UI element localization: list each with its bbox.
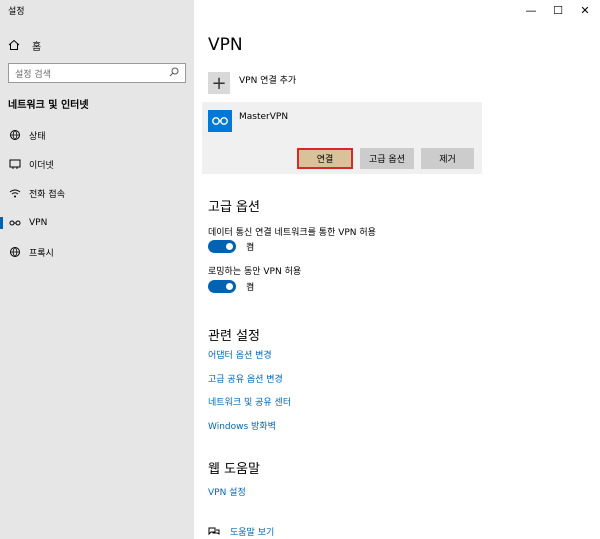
related-settings-heading: 관련 설정 xyxy=(208,329,260,344)
sidebar-item-vpn[interactable]: VPN xyxy=(0,212,194,234)
adapter-options-link[interactable]: 어댑터 옵션 변경 xyxy=(208,348,272,361)
toggle-knob xyxy=(226,243,233,250)
section-title: 네트워크 및 인터넷 xyxy=(8,100,89,111)
search-icon[interactable] xyxy=(169,67,179,80)
toggle-state-label: 켬 xyxy=(246,243,255,253)
maximize-button[interactable]: ☐ xyxy=(543,2,573,18)
metered-network-toggle[interactable] xyxy=(208,240,236,253)
sidebar-item-label: 상태 xyxy=(29,131,46,142)
roaming-label: 로밍하는 동안 VPN 허용 xyxy=(208,267,302,277)
dialup-icon xyxy=(8,186,22,200)
add-vpn-label: VPN 연결 추가 xyxy=(239,76,297,86)
sidebar-item-label: VPN xyxy=(29,218,48,228)
vpn-icon xyxy=(8,216,22,230)
get-help-link[interactable]: 도움말 보기 xyxy=(208,525,274,538)
plus-icon: + xyxy=(208,72,230,94)
windows-firewall-link[interactable]: Windows 방화벽 xyxy=(208,419,276,432)
advanced-options-heading: 고급 옵션 xyxy=(208,200,260,215)
advanced-sharing-link[interactable]: 고급 공유 옵션 변경 xyxy=(208,372,283,385)
toggle-knob xyxy=(226,283,233,290)
page-title: VPN xyxy=(208,35,243,55)
network-sharing-center-link[interactable]: 네트워크 및 공유 센터 xyxy=(208,395,291,408)
metered-network-toggle-row: 켬 xyxy=(208,240,254,253)
connect-button[interactable]: 연결 xyxy=(297,148,353,169)
home-icon xyxy=(8,39,22,51)
sidebar: 설정 홈 설정 검색 네트워크 및 인터넷 상태 이더넷 전화 접속 VPN 프… xyxy=(0,0,194,539)
close-button[interactable]: ✕ xyxy=(570,2,600,18)
sidebar-item-label: 이더넷 xyxy=(29,160,54,171)
sidebar-item-dialup[interactable]: 전화 접속 xyxy=(0,182,194,204)
add-vpn-connection[interactable]: + VPN 연결 추가 xyxy=(208,70,296,100)
minimize-button[interactable]: — xyxy=(516,2,546,18)
roaming-toggle-row: 켬 xyxy=(208,280,254,293)
vpn-connection-card[interactable]: MasterVPN 연결 고급 옵션 제거 xyxy=(202,102,482,174)
vpn-connection-icon xyxy=(208,110,232,132)
vpn-connection-name: MasterVPN xyxy=(239,112,289,122)
web-help-heading: 웹 도움말 xyxy=(208,462,260,477)
remove-button[interactable]: 제거 xyxy=(421,148,474,169)
search-placeholder: 설정 검색 xyxy=(15,69,51,80)
chat-help-icon xyxy=(208,527,222,537)
search-input[interactable]: 설정 검색 xyxy=(8,63,186,83)
home-label: 홈 xyxy=(32,41,42,53)
ethernet-icon xyxy=(8,157,22,171)
globe-icon xyxy=(8,245,22,259)
home-link[interactable]: 홈 xyxy=(8,37,41,53)
sidebar-item-proxy[interactable]: 프록시 xyxy=(0,241,194,263)
vpn-settings-link[interactable]: VPN 설정 xyxy=(208,485,246,498)
sidebar-item-label: 프록시 xyxy=(29,248,54,259)
sidebar-item-status[interactable]: 상태 xyxy=(0,124,194,146)
globe-status-icon xyxy=(8,128,22,142)
selection-indicator xyxy=(0,217,3,229)
advanced-options-button[interactable]: 고급 옵션 xyxy=(360,148,414,169)
sidebar-item-label: 전화 접속 xyxy=(29,189,65,200)
toggle-state-label: 켬 xyxy=(246,283,255,293)
get-help-label: 도움말 보기 xyxy=(230,528,275,538)
metered-network-label: 데이터 통신 연결 네트워크를 통한 VPN 허용 xyxy=(208,228,376,238)
roaming-toggle[interactable] xyxy=(208,280,236,293)
sidebar-item-ethernet[interactable]: 이더넷 xyxy=(0,153,194,175)
window-title: 설정 xyxy=(8,7,25,17)
